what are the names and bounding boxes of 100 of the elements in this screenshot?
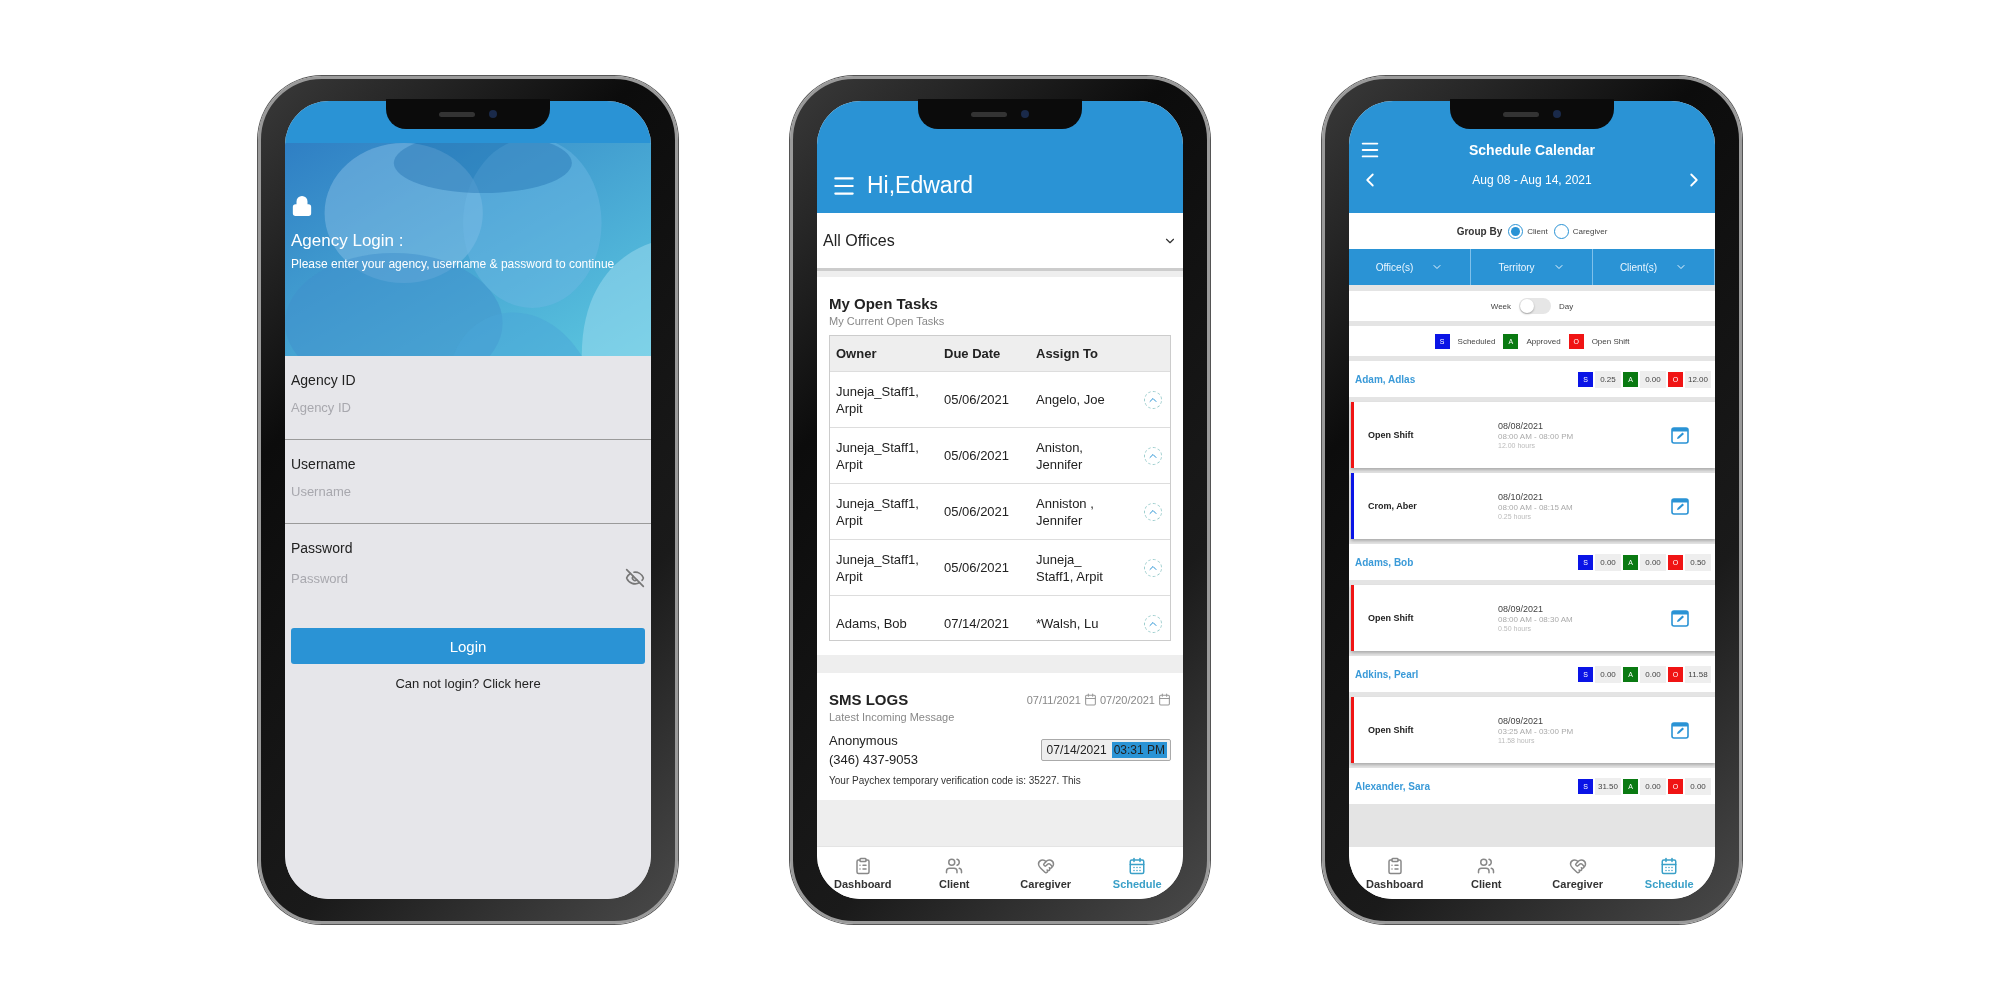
table-cell-text: Angelo, Joe [1035, 391, 1106, 409]
toggle-label: Week [1490, 301, 1512, 311]
table-cell-text: Aniston, Jennifer [1035, 438, 1084, 474]
field-label: Agency ID [291, 372, 357, 388]
shift-name: Crom, Aber [1368, 501, 1418, 511]
expand-button[interactable] [1144, 614, 1162, 633]
list-icon [1385, 856, 1404, 875]
calendar-icon [1128, 856, 1147, 875]
card-title: My Open Tasks [829, 295, 939, 312]
nav-tab[interactable]: Dashboard [817, 847, 909, 899]
hours-total: 0.00 [1595, 665, 1621, 683]
input-field[interactable]: Password [291, 570, 531, 586]
column-header: Owner [835, 345, 878, 363]
card-title: SMS LOGS [829, 691, 909, 708]
calendar-icon[interactable] [1158, 693, 1171, 706]
edit-calendar-icon[interactable] [1671, 497, 1689, 515]
lock-icon [291, 195, 313, 217]
shift-date: 08/09/2021 [1498, 716, 1545, 726]
table-cell-text: 05/06/2021 [943, 447, 1011, 465]
nav-tab[interactable]: Caregiver [1000, 847, 1092, 899]
hours-total: 0.00 [1640, 665, 1666, 683]
toggle-label: Day [1559, 301, 1574, 311]
nav-tab[interactable]: Dashboard [1349, 847, 1441, 899]
shift-time: 08:00 AM - 08:15 AM [1498, 503, 1574, 512]
expand-button[interactable] [1144, 558, 1162, 577]
date-from[interactable]: 07/11/2021 [1026, 693, 1081, 706]
card-subtitle: My Current Open Tasks [829, 315, 946, 327]
edit-calendar-icon[interactable] [1671, 426, 1689, 444]
table-cell-text: Juneja_Staff1, Arpit [835, 382, 920, 418]
hours-total: 0.00 [1639, 370, 1666, 388]
radio-option[interactable]: Client [1508, 223, 1548, 239]
shift-time: 08:00 AM - 08:00 PM [1498, 432, 1575, 441]
hours-total: 0.00 [1640, 553, 1666, 571]
view-switch[interactable] [1519, 298, 1552, 314]
nav-tab[interactable]: Client [1440, 847, 1532, 899]
table-cell-text: Juneja_Staff1, Arpit [835, 494, 920, 530]
shift-date: 08/09/2021 [1498, 604, 1545, 614]
table-cell-text: Adams, Bob [835, 615, 908, 633]
group-by-label: Group By [1456, 225, 1503, 237]
table-cell-text: Juneja_Staff1, Arpit [835, 550, 920, 586]
help-link[interactable]: Can not login? Click here [395, 676, 541, 691]
hours-total: 0.25 [1594, 370, 1621, 388]
date-to[interactable]: 07/20/2021 [1099, 693, 1155, 706]
shift-time: 08:00 AM - 08:30 AM [1498, 615, 1574, 624]
edit-calendar-icon[interactable] [1671, 721, 1689, 739]
hours-total: 0.00 [1595, 553, 1621, 571]
input-field[interactable]: Username [291, 484, 531, 499]
shift-name: Open Shift [1368, 613, 1415, 623]
radio-option[interactable]: Caregiver [1553, 223, 1608, 239]
shift-date: 08/10/2021 [1498, 492, 1545, 502]
table-cell-text: Juneja_ Staff1, Arpit [1035, 550, 1104, 586]
legend-label: Approved [1526, 336, 1561, 346]
table-cell-text: *Walsh, Lu [1035, 615, 1100, 633]
people-icon [945, 856, 964, 875]
date-range: Aug 08 - Aug 14, 2021 [1471, 173, 1593, 187]
table-cell-text: 05/06/2021 [943, 391, 1011, 409]
nav-tab[interactable]: Caregiver [1532, 847, 1624, 899]
shift-date: 08/08/2021 [1498, 421, 1545, 431]
table-cell-text: 05/06/2021 [943, 559, 1011, 577]
heart-handshake-icon [1568, 856, 1587, 875]
expand-button[interactable] [1144, 446, 1162, 465]
field-label: Username [291, 456, 357, 472]
nav-tab[interactable]: Client [908, 847, 1000, 899]
message-text: Your Paychex temporary verification code is: 35227. This [829, 775, 1082, 786]
login-title: Agency Login : [291, 231, 405, 251]
list-icon [853, 856, 872, 875]
hours-total: 0.00 [1640, 777, 1666, 795]
hours-total: 31.50 [1594, 777, 1621, 795]
screen-title: Schedule Calendar [1467, 142, 1596, 158]
edit-calendar-icon[interactable] [1671, 609, 1689, 627]
heart-handshake-icon [1036, 856, 1055, 875]
hours-total: 11.58 [1685, 665, 1711, 683]
hide-password-icon[interactable] [625, 568, 645, 588]
phone-number: (346) 437-9053 [829, 752, 918, 767]
hours-total: 0.50 [1685, 553, 1711, 571]
calendar-icon[interactable] [1083, 693, 1097, 706]
legend-label: Open Shift [1591, 336, 1630, 346]
people-icon [1477, 856, 1496, 875]
column-header: Due Date [943, 345, 1002, 363]
field-label: Password [291, 540, 354, 556]
greeting: Hi,Edward [867, 172, 974, 199]
datetime-field[interactable]: 07/14/2021 03:31 PM [1040, 739, 1171, 761]
card-subtitle: Latest Incoming Message [829, 711, 956, 723]
expand-button[interactable] [1144, 502, 1162, 521]
expand-button[interactable] [1144, 390, 1162, 409]
calendar-icon [1660, 856, 1679, 875]
shift-time: 03:25 AM - 03:00 PM [1498, 727, 1575, 736]
legend-label: Scheduled [1457, 336, 1496, 346]
hours-total: 0.00 [1685, 777, 1711, 795]
table-cell-text: Anniston , Jennifer [1035, 494, 1095, 530]
input-field[interactable]: Agency ID [291, 400, 531, 415]
login-instructions: Please enter your agency, username & password to continue [291, 257, 616, 272]
sender-name: Anonymous [829, 733, 899, 748]
column-header: Assign To [1035, 345, 1099, 363]
table-cell-text: Juneja_Staff1, Arpit [835, 438, 920, 474]
shift-name: Open Shift [1368, 725, 1415, 735]
hours-total: 12.00 [1684, 370, 1711, 388]
table-cell-text: 05/06/2021 [943, 503, 1011, 521]
shift-name: Open Shift [1368, 430, 1415, 440]
table-cell-text: 07/14/2021 [943, 615, 1011, 633]
